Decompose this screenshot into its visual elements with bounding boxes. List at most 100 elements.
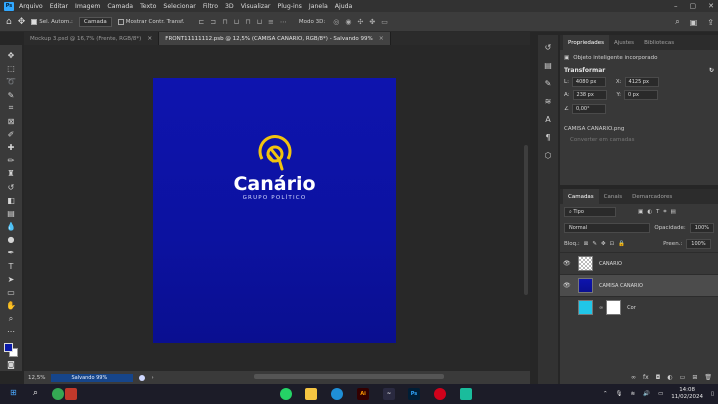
layer-row[interactable]: ∞ Cor <box>560 296 718 318</box>
opera-icon[interactable] <box>434 388 446 400</box>
adjustment-layer-icon[interactable]: ◐ <box>667 374 672 381</box>
pan-3d-icon[interactable]: ✣ <box>357 18 363 26</box>
hand-tool-icon[interactable]: ✋ <box>4 299 18 312</box>
app-icon[interactable] <box>65 388 77 400</box>
filter-shape-icon[interactable]: ⌗ <box>663 209 666 216</box>
reset-transform-icon[interactable]: ↻ <box>709 67 714 74</box>
status-info-icon[interactable] <box>139 374 146 381</box>
pen-tool-icon[interactable]: ✒ <box>4 246 18 259</box>
lock-transparent-icon[interactable]: ⊠ <box>584 241 589 247</box>
volume-icon[interactable]: 🔊 <box>643 391 650 397</box>
chrome-icon[interactable] <box>52 388 64 400</box>
maximize-icon[interactable]: ▢ <box>690 2 697 10</box>
status-arrows-icon[interactable]: › <box>151 375 153 381</box>
stamp-tool-icon[interactable]: ♜ <box>4 167 18 180</box>
brush-tool-icon[interactable]: ✏ <box>4 154 18 167</box>
menu-janela[interactable]: Janela <box>309 3 328 10</box>
align-top-icon[interactable]: ⊔ <box>234 18 239 26</box>
menu-plugins[interactable]: Plug-ins <box>277 3 301 10</box>
zoom-tool-icon[interactable]: ⌕ <box>4 312 18 325</box>
eye-icon[interactable]: 👁 <box>563 260 573 267</box>
clock[interactable]: 14:08 11/02/2024 <box>671 387 703 401</box>
filter-adjust-icon[interactable]: ◐ <box>647 209 652 215</box>
menu-imagem[interactable]: Imagem <box>75 3 100 10</box>
foreground-color-swatch[interactable] <box>4 343 13 353</box>
comments-panel-icon[interactable]: ▤ <box>544 61 552 70</box>
filter-type-icon[interactable]: T <box>656 209 659 215</box>
vertical-scrollbar[interactable] <box>524 145 528 295</box>
align-center-icon[interactable]: ⊐ <box>210 18 216 26</box>
minimize-icon[interactable]: – <box>674 2 678 10</box>
new-layer-icon[interactable]: ⊞ <box>692 374 697 381</box>
x-field[interactable]: 4125 px <box>624 77 659 87</box>
3d-panel-icon[interactable]: ⬡ <box>545 151 552 160</box>
search-icon[interactable]: ⌕ <box>675 17 679 27</box>
lock-pixels-icon[interactable]: ✎ <box>592 241 597 247</box>
path-select-icon[interactable]: ➤ <box>4 273 18 286</box>
microphone-icon[interactable]: 🎙 <box>616 391 623 397</box>
lock-position-icon[interactable]: ✥ <box>601 241 606 247</box>
home-icon[interactable]: ⌂ <box>6 17 12 27</box>
add-mask-icon[interactable]: ◘ <box>656 374 661 381</box>
filter-pixel-icon[interactable]: ▣ <box>638 209 643 215</box>
distribute-icon[interactable]: ≡ <box>268 18 274 26</box>
quick-select-tool-icon[interactable]: ✎ <box>4 88 18 101</box>
layer-row[interactable]: 👁 CAMISA CANARIO <box>560 274 718 296</box>
notification-icon[interactable]: ▯ <box>711 391 714 397</box>
photoshop-taskbar-icon[interactable]: Ps <box>408 388 420 400</box>
width-field[interactable]: 4080 px <box>571 77 606 87</box>
y-field[interactable]: 0 px <box>624 90 659 100</box>
blur-tool-icon[interactable]: 💧 <box>4 220 18 233</box>
search-icon[interactable]: ⌕ <box>33 388 38 398</box>
new-group-icon[interactable]: ▭ <box>680 374 686 381</box>
tab-paths[interactable]: Demarcadores <box>627 189 677 204</box>
menu-ajuda[interactable]: Ajuda <box>335 3 353 10</box>
menu-3d[interactable]: 3D <box>225 3 234 10</box>
color-swatches[interactable] <box>3 342 19 358</box>
opacity-field[interactable]: 100% <box>689 223 714 233</box>
shape-tool-icon[interactable]: ▭ <box>4 286 18 299</box>
quick-mask-icon[interactable]: ◙ <box>4 358 18 371</box>
orbit-3d-icon[interactable]: ◎ <box>333 18 339 26</box>
paragraph-panel-icon[interactable]: ¶ <box>545 133 550 142</box>
type-tool-icon[interactable]: T <box>4 260 18 273</box>
dodge-tool-icon[interactable]: ● <box>4 233 18 246</box>
steam-icon[interactable]: ~ <box>383 388 395 400</box>
convert-layers-hint[interactable]: Converter em camadas <box>564 137 634 143</box>
illustrator-icon[interactable]: Ai <box>357 388 369 400</box>
menu-selecionar[interactable]: Selecionar <box>163 3 195 10</box>
layer-filter-dropdown[interactable]: ⌕ Tipo <box>564 207 616 217</box>
artboard[interactable]: Canário GRUPO POLÍTICO <box>153 78 396 343</box>
menu-editar[interactable]: Editar <box>50 3 68 10</box>
canvas-area[interactable]: Canário GRUPO POLÍTICO <box>24 45 530 371</box>
tab-front[interactable]: FRONT11111112.psb @ 12,5% (CAMISA CANARI… <box>159 32 391 45</box>
lock-all-icon[interactable]: 🔒 <box>618 241 625 247</box>
menu-camada[interactable]: Camada <box>107 3 133 10</box>
layer-mask-thumbnail[interactable] <box>606 300 622 315</box>
whatsapp-icon[interactable] <box>280 388 292 400</box>
character-panel-icon[interactable]: A <box>545 115 550 124</box>
workspace-icon[interactable]: ▣ <box>690 18 698 27</box>
file-explorer-icon[interactable] <box>305 388 317 400</box>
lasso-tool-icon[interactable]: ➰ <box>4 75 18 88</box>
auto-select-checkbox[interactable]: Sel. Autom.: <box>31 18 73 25</box>
windows-start-icon[interactable]: ⊞ <box>10 388 17 397</box>
zoom-level[interactable]: 12,5% <box>28 375 45 381</box>
auto-select-dropdown[interactable]: Camada <box>78 16 112 27</box>
align-bottom-icon[interactable]: ⊔ <box>257 18 262 26</box>
link-layers-icon[interactable]: ∞ <box>631 374 636 381</box>
slide-3d-icon[interactable]: ✤ <box>369 18 375 26</box>
share-icon[interactable]: ⇪ <box>707 18 714 27</box>
layer-row[interactable]: 👁 CANARIO <box>560 252 718 274</box>
crop-tool-icon[interactable]: ⌗ <box>4 102 18 115</box>
close-tab-icon[interactable]: × <box>147 35 152 42</box>
lock-artboard-icon[interactable]: ⊡ <box>610 241 615 247</box>
align-right-icon[interactable]: ⊓ <box>222 18 227 26</box>
menu-arquivo[interactable]: Arquivo <box>19 3 43 10</box>
wifi-icon[interactable]: ≋ <box>631 391 636 397</box>
menu-visualizar[interactable]: Visualizar <box>241 3 271 10</box>
fill-field[interactable]: 100% <box>686 239 711 249</box>
chevron-up-icon[interactable]: ⌃ <box>603 391 608 397</box>
history-brush-icon[interactable]: ↺ <box>4 181 18 194</box>
eye-icon[interactable]: 👁 <box>563 282 573 289</box>
